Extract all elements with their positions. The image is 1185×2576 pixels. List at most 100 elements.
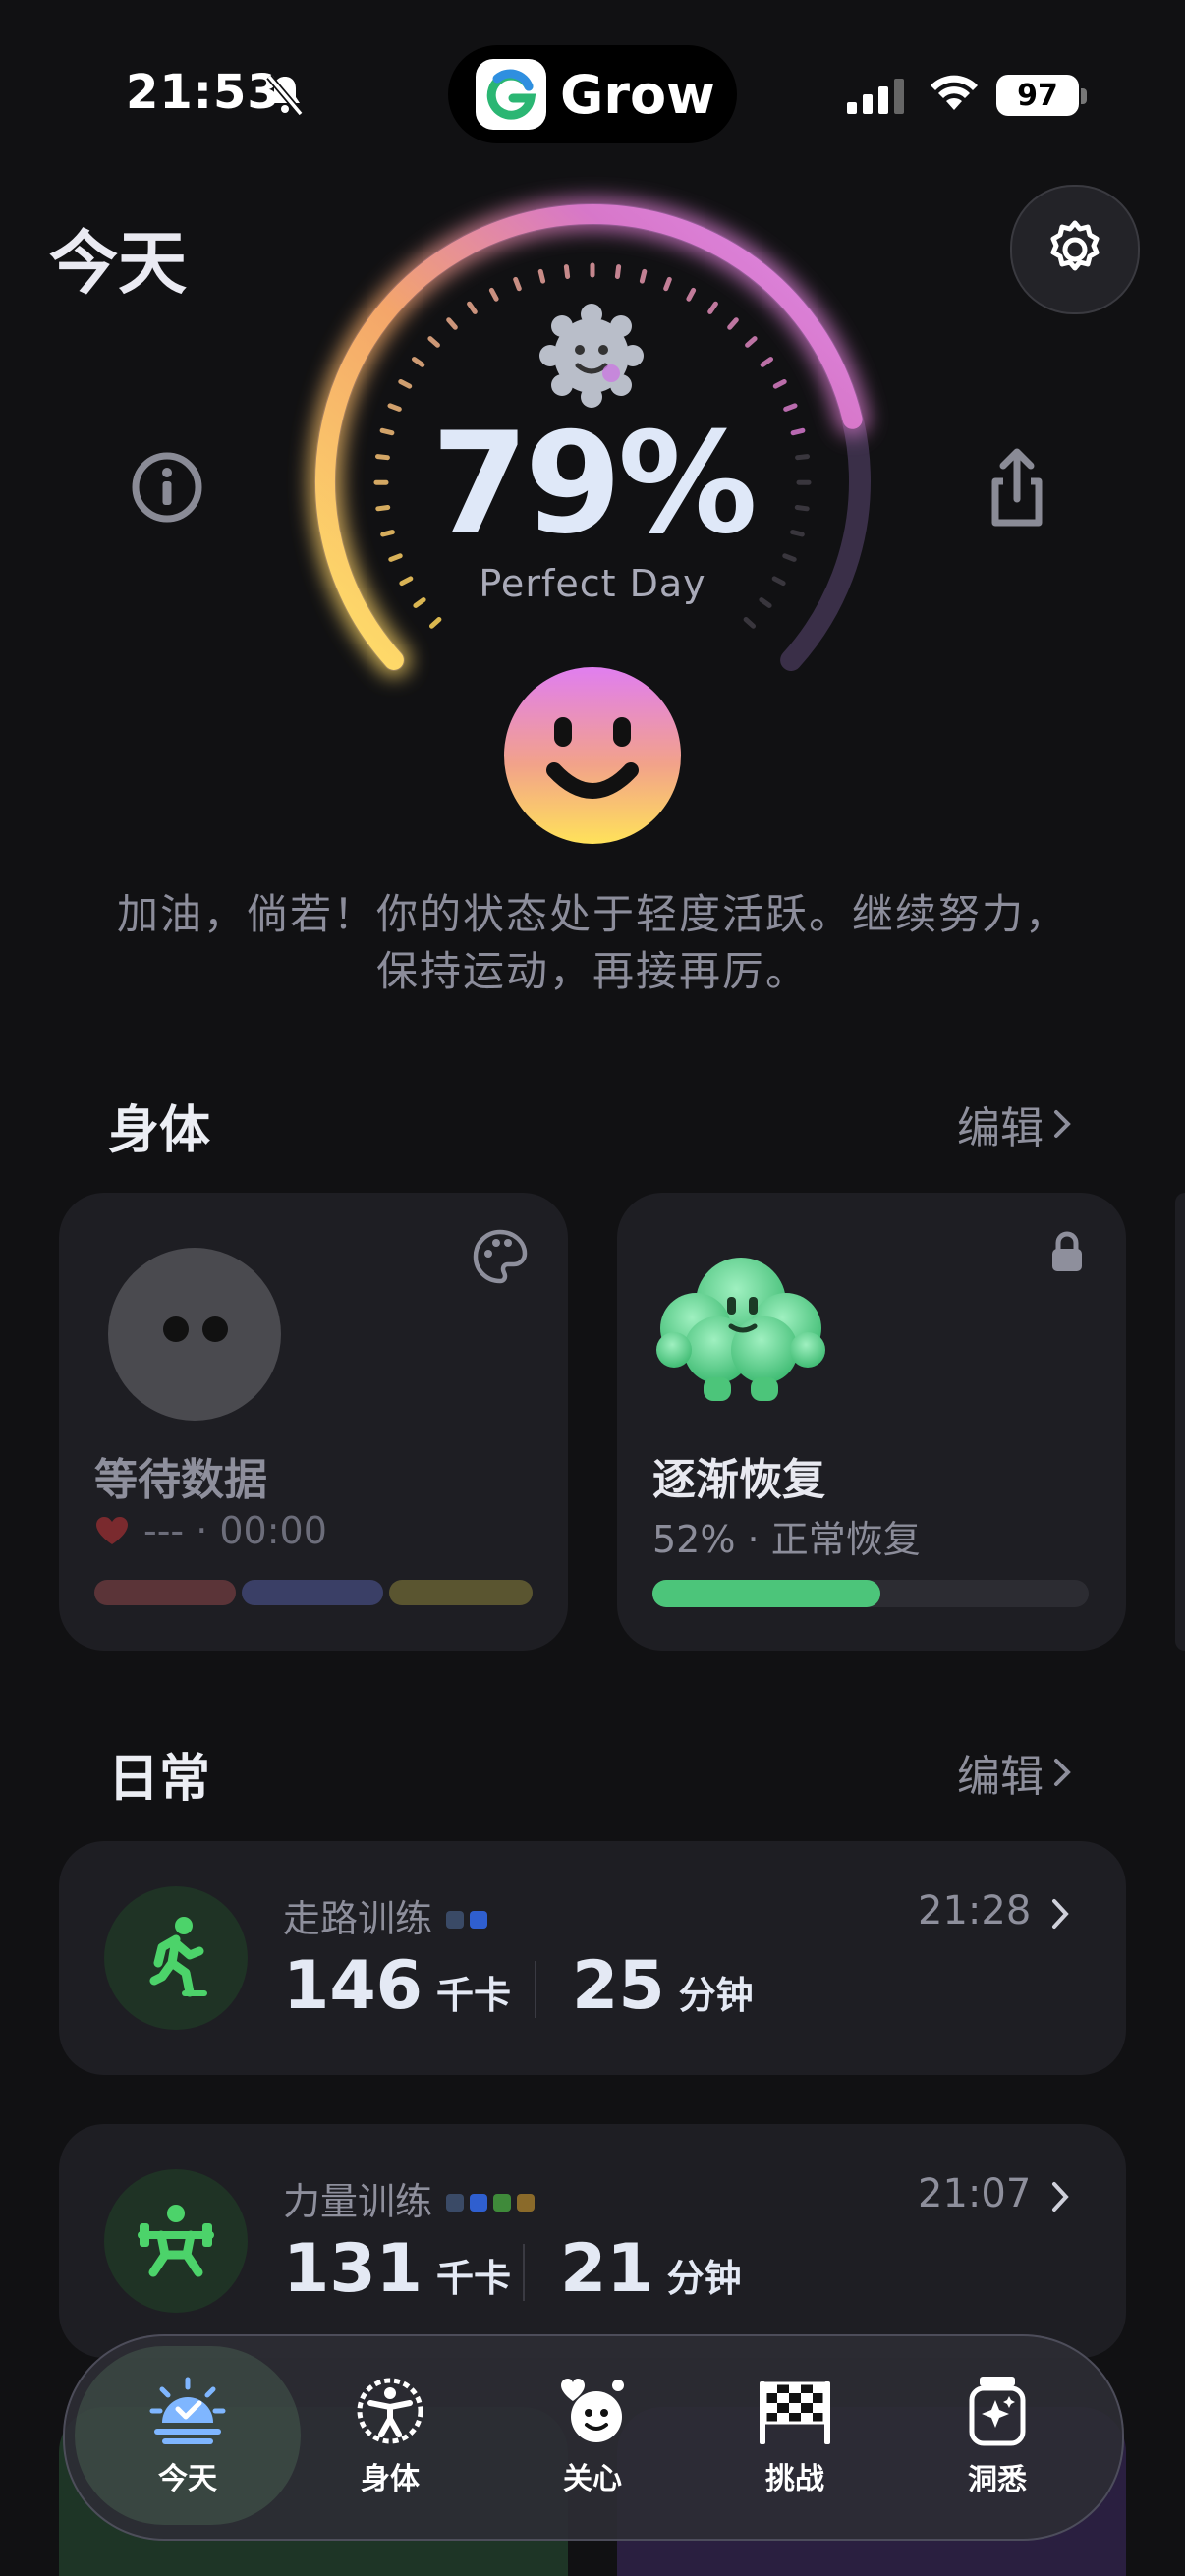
battery-tip bbox=[1081, 88, 1087, 104]
tab-insights[interactable]: 洞悉 bbox=[899, 2348, 1096, 2525]
progress-segment bbox=[242, 1580, 383, 1605]
gauge-tick bbox=[446, 317, 458, 330]
heart-smile-icon bbox=[561, 2379, 624, 2442]
gauge-tick bbox=[427, 336, 440, 348]
tab-today[interactable]: 今天 bbox=[89, 2348, 286, 2525]
gauge-tick bbox=[639, 268, 648, 284]
settings-button[interactable] bbox=[1010, 185, 1140, 314]
minutes-unit: 分钟 bbox=[678, 1974, 754, 2017]
walking-stats: 146 千卡 bbox=[283, 1947, 511, 2025]
strength-duration: 21 分钟 bbox=[560, 2230, 742, 2308]
waiting-title: 等待数据 bbox=[94, 1455, 267, 1505]
tab-care[interactable]: 关心 bbox=[494, 2348, 691, 2525]
activity-time: 21:28 bbox=[918, 1888, 1032, 1933]
tab-label: 身体 bbox=[361, 2462, 420, 2496]
walking-icon bbox=[104, 1886, 248, 2030]
gauge-tick bbox=[760, 357, 773, 367]
cellular-signal-icon bbox=[847, 79, 906, 118]
calories-value: 146 bbox=[283, 1947, 423, 2025]
gauge-tick bbox=[513, 276, 522, 292]
chevron-right-icon bbox=[1054, 1759, 1071, 1786]
gauge-tick bbox=[488, 287, 499, 302]
body-section-title: 身体 bbox=[108, 1101, 211, 1160]
sunrise-check-icon bbox=[149, 2377, 226, 2444]
waiting-subtitle-row: --- · 00:00 bbox=[94, 1509, 327, 1552]
calories-unit: 千卡 bbox=[435, 1974, 511, 2017]
walking-name-row: 走路训练 bbox=[283, 1888, 493, 1942]
info-icon bbox=[132, 452, 202, 523]
heart-icon bbox=[96, 1517, 128, 1544]
chevron-right-icon bbox=[1054, 1110, 1071, 1138]
wifi-icon bbox=[928, 71, 981, 116]
next-card-edge[interactable] bbox=[1175, 1193, 1185, 1651]
status-message: 加油，倘若！你的状态处于轻度活跃。继续努力，保持运动，再接再厉。 bbox=[116, 890, 1068, 995]
calories-unit: 千卡 bbox=[435, 2257, 511, 2300]
app-name: Grow bbox=[560, 63, 715, 126]
recovery-title: 逐渐恢复 bbox=[652, 1455, 825, 1505]
walking-duration: 25 分钟 bbox=[572, 1947, 754, 2025]
person-circle-icon bbox=[357, 2378, 423, 2444]
strength-icon bbox=[104, 2169, 248, 2313]
minutes-value: 25 bbox=[572, 1947, 665, 2025]
gauge-tick bbox=[398, 379, 413, 389]
gauge-tick bbox=[614, 264, 622, 279]
activity-name: 力量训练 bbox=[283, 2180, 433, 2223]
share-icon bbox=[991, 448, 1043, 527]
strength-name-row: 力量训练 bbox=[283, 2171, 540, 2225]
activity-name: 走路训练 bbox=[283, 1897, 433, 1940]
silent-bell-icon bbox=[265, 73, 305, 117]
recovery-progress-fill bbox=[652, 1580, 880, 1607]
smiley-face-icon bbox=[503, 666, 682, 845]
gauge-tick bbox=[727, 317, 739, 330]
status-time: 21:53 bbox=[126, 65, 281, 120]
gauge-tick bbox=[467, 301, 478, 314]
progress-segment bbox=[389, 1580, 533, 1605]
tab-challenge[interactable]: 挑战 bbox=[697, 2348, 893, 2525]
stat-divider bbox=[523, 2244, 525, 2301]
gauge-tick bbox=[663, 276, 672, 292]
gauge-tick bbox=[563, 264, 571, 279]
share-button[interactable] bbox=[978, 444, 1056, 532]
body-edit-button[interactable]: 编辑 bbox=[957, 1092, 1071, 1155]
info-button[interactable] bbox=[128, 448, 206, 527]
progress-segment bbox=[94, 1580, 236, 1605]
waiting-subtitle: --- · 00:00 bbox=[143, 1509, 327, 1552]
strength-stats: 131 千卡 bbox=[283, 2230, 511, 2308]
battery-indicator: 97 bbox=[996, 75, 1079, 116]
tab-body[interactable]: 身体 bbox=[292, 2348, 488, 2525]
grow-logo-icon bbox=[476, 59, 546, 130]
gauge-tick bbox=[429, 617, 442, 629]
source-dots bbox=[446, 2177, 540, 2220]
checkered-flag-icon bbox=[760, 2381, 830, 2444]
page-title: 今天 bbox=[49, 223, 187, 304]
gauge-tick bbox=[707, 301, 718, 314]
tab-label: 今天 bbox=[158, 2462, 217, 2496]
tab-label: 挑战 bbox=[765, 2462, 824, 2496]
calories-value: 131 bbox=[283, 2230, 423, 2308]
gear-icon bbox=[1050, 220, 1100, 271]
palette-icon[interactable] bbox=[472, 1228, 529, 1289]
daily-section-title: 日常 bbox=[108, 1750, 211, 1809]
edit-label: 编辑 bbox=[957, 1752, 1044, 1802]
cloud-mascot-icon bbox=[652, 1248, 829, 1415]
waiting-face-icon bbox=[108, 1248, 281, 1421]
lock-icon bbox=[1049, 1230, 1085, 1277]
recovery-subtitle: 52% · 正常恢复 bbox=[652, 1518, 921, 1561]
gauge-tick bbox=[412, 357, 425, 367]
chevron-right-icon[interactable] bbox=[1051, 2181, 1069, 2212]
minutes-unit: 分钟 bbox=[666, 2257, 742, 2300]
gauge-label: Perfect Day bbox=[479, 562, 706, 605]
edit-label: 编辑 bbox=[957, 1103, 1044, 1153]
gauge-tick bbox=[772, 379, 787, 389]
sun-badge-icon bbox=[536, 301, 647, 411]
tab-label: 关心 bbox=[563, 2462, 622, 2496]
tab-label: 洞悉 bbox=[968, 2463, 1027, 2497]
app-indicator-pill[interactable]: Grow bbox=[448, 45, 737, 143]
stat-divider bbox=[535, 1961, 536, 2018]
minutes-value: 21 bbox=[560, 2230, 653, 2308]
gauge-percent: 79% bbox=[431, 403, 758, 565]
daily-edit-button[interactable]: 编辑 bbox=[957, 1741, 1071, 1804]
source-dots bbox=[446, 1894, 493, 1937]
activity-time: 21:07 bbox=[918, 2171, 1032, 2216]
chevron-right-icon[interactable] bbox=[1051, 1898, 1069, 1930]
